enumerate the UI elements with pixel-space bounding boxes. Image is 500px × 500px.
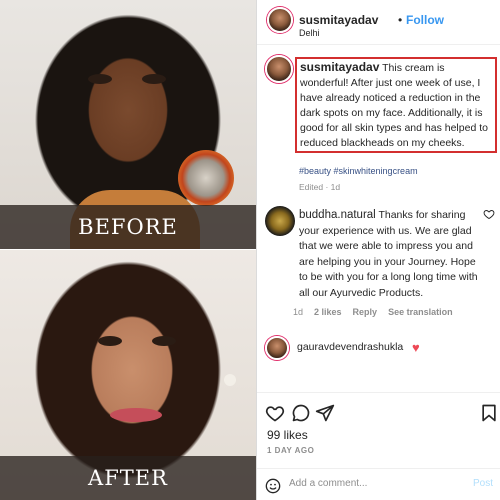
mention-avatar[interactable]: [265, 336, 289, 360]
post-header: susmitayadav • Follow Delhi: [257, 0, 500, 45]
eyes: [88, 74, 166, 84]
author-username[interactable]: susmitayadav: [299, 13, 378, 27]
post-panel: susmitayadav • Follow Delhi susmitayadav…: [256, 0, 500, 500]
red-heart-icon: ♥: [412, 340, 420, 355]
earring-stud: [224, 374, 236, 386]
caption-author-avatar[interactable]: [265, 55, 293, 83]
comment-icon[interactable]: [291, 403, 311, 423]
author-avatar[interactable]: [267, 7, 293, 33]
separator-dot: •: [398, 13, 403, 27]
post-timestamp: 1 DAY AGO: [267, 446, 315, 455]
reply-username[interactable]: buddha.natural: [299, 209, 376, 221]
share-icon[interactable]: [315, 403, 335, 423]
follow-button[interactable]: Follow: [406, 13, 444, 27]
post-button[interactable]: Post: [473, 478, 493, 489]
like-comment-heart-icon[interactable]: [483, 208, 495, 220]
reply-author-avatar[interactable]: [265, 206, 295, 236]
reply-text: Thanks for sharing your experience with …: [299, 209, 478, 299]
comment-input[interactable]: [289, 478, 459, 489]
reply-button[interactable]: Reply: [353, 307, 378, 317]
caption-text: This cream is wonderful! After just one …: [300, 62, 488, 149]
eyes: [98, 336, 176, 346]
likes-count[interactable]: 99 likes: [267, 428, 308, 442]
bookmark-icon[interactable]: [479, 403, 499, 423]
reply-time: 1d: [293, 307, 304, 317]
post-caption: susmitayadav This cream is wonderful! Af…: [295, 57, 497, 153]
reply-comment: buddha.natural Thanks for sharing your e…: [299, 208, 479, 301]
before-photo: BEFORE: [0, 0, 256, 249]
emoji-icon[interactable]: [265, 478, 281, 494]
lips: [110, 408, 162, 422]
reply-likes[interactable]: 2 likes: [314, 307, 342, 317]
post-actions: [257, 392, 500, 428]
see-translation-button[interactable]: See translation: [388, 307, 453, 317]
after-label: AFTER: [0, 456, 256, 500]
before-label: BEFORE: [0, 205, 256, 249]
location-link[interactable]: Delhi: [299, 28, 320, 38]
mention-username[interactable]: gauravdevendrashukla: [297, 341, 403, 353]
add-comment-bar: Post: [257, 468, 500, 500]
edited-label: Edited · 1d: [299, 182, 341, 192]
hashtags[interactable]: #beauty #skinwhiteningcream: [299, 166, 418, 176]
reply-meta: 1d 2 likes Reply See translation: [293, 307, 453, 317]
before-after-collage: BEFORE AFTER: [0, 0, 256, 500]
heart-icon[interactable]: [265, 403, 285, 423]
earring: [178, 150, 234, 206]
caption-username[interactable]: susmitayadav: [300, 60, 379, 74]
